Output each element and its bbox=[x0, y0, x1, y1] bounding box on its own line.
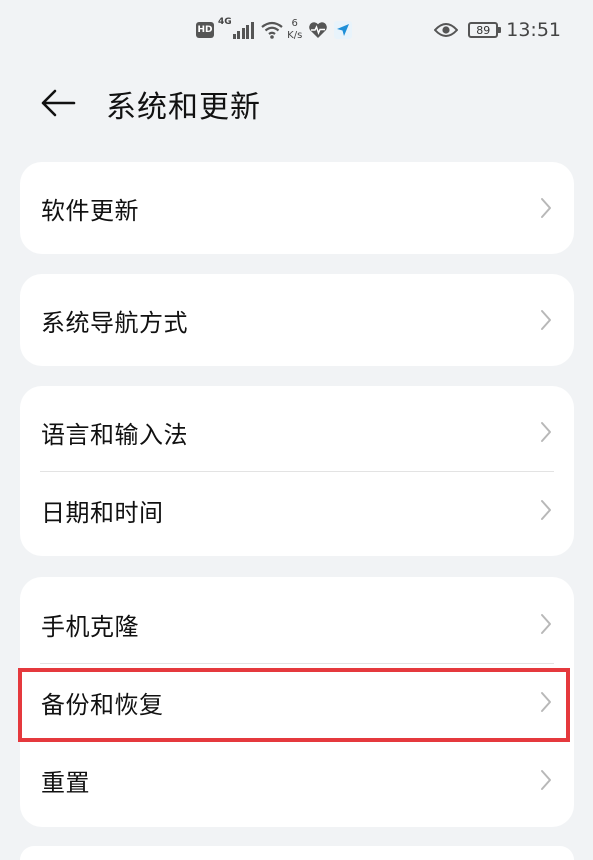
chevron-right-icon bbox=[541, 692, 551, 712]
network-speed: 6 K/s bbox=[287, 18, 302, 42]
network-speed-value: 6 bbox=[291, 18, 298, 29]
chevron-right-icon bbox=[541, 422, 551, 442]
settings-item-phone-clone[interactable]: 手机克隆 bbox=[20, 585, 574, 663]
status-icons-left: HD 4G 6 K/s bbox=[196, 14, 358, 46]
page-title: 系统和更新 bbox=[106, 90, 261, 125]
network-speed-unit: K/s bbox=[287, 30, 303, 41]
battery-icon: 89 bbox=[468, 22, 502, 38]
settings-item-label: 重置 bbox=[41, 768, 90, 797]
settings-item-label: 软件更新 bbox=[41, 196, 139, 225]
hd-badge: HD bbox=[196, 22, 214, 38]
settings-item-label: 备份和恢复 bbox=[41, 690, 164, 719]
signal-icon bbox=[232, 21, 256, 39]
status-icons-right: 89 13:51 bbox=[434, 14, 561, 46]
settings-item-system-navigation[interactable]: 系统导航方式 bbox=[20, 281, 574, 359]
settings-item-reset[interactable]: 重置 bbox=[20, 741, 574, 819]
settings-group-navigation: 系统导航方式 bbox=[20, 274, 574, 366]
status-time: 13:51 bbox=[506, 19, 561, 41]
settings-item-label: 语言和输入法 bbox=[41, 420, 188, 449]
back-arrow-icon[interactable] bbox=[38, 85, 78, 121]
settings-item-label: 日期和时间 bbox=[41, 498, 164, 527]
wifi-icon bbox=[261, 21, 283, 39]
chevron-right-icon bbox=[541, 310, 551, 330]
eye-comfort-icon bbox=[434, 23, 459, 37]
settings-item-language-input[interactable]: 语言和输入法 bbox=[20, 393, 574, 471]
settings-item-backup-restore[interactable]: 备份和恢复 bbox=[20, 663, 574, 741]
row-divider bbox=[40, 663, 554, 664]
chevron-right-icon bbox=[541, 198, 551, 218]
settings-group-backup-reset: 手机克隆 备份和恢复 重置 bbox=[20, 577, 574, 827]
settings-item-label: 系统导航方式 bbox=[41, 308, 188, 337]
battery-level: 89 bbox=[476, 23, 491, 37]
app-header: 系统和更新 bbox=[0, 62, 593, 146]
settings-item-software-update[interactable]: 软件更新 bbox=[20, 169, 574, 247]
location-send-icon bbox=[334, 21, 353, 39]
row-divider bbox=[40, 471, 554, 472]
chevron-right-icon bbox=[541, 614, 551, 634]
settings-group-language-time: 语言和输入法 日期和时间 bbox=[20, 386, 574, 556]
settings-group-more bbox=[20, 846, 574, 860]
settings-group-update: 软件更新 bbox=[20, 162, 574, 254]
settings-item-label: 手机克隆 bbox=[41, 612, 139, 641]
network-type: 4G bbox=[218, 17, 232, 27]
chevron-right-icon bbox=[541, 770, 551, 790]
settings-item-date-time[interactable]: 日期和时间 bbox=[20, 471, 574, 549]
heart-rate-icon bbox=[309, 22, 328, 38]
status-bar: HD 4G 6 K/s 89 13:51 bbox=[0, 0, 593, 62]
chevron-right-icon bbox=[541, 500, 551, 520]
